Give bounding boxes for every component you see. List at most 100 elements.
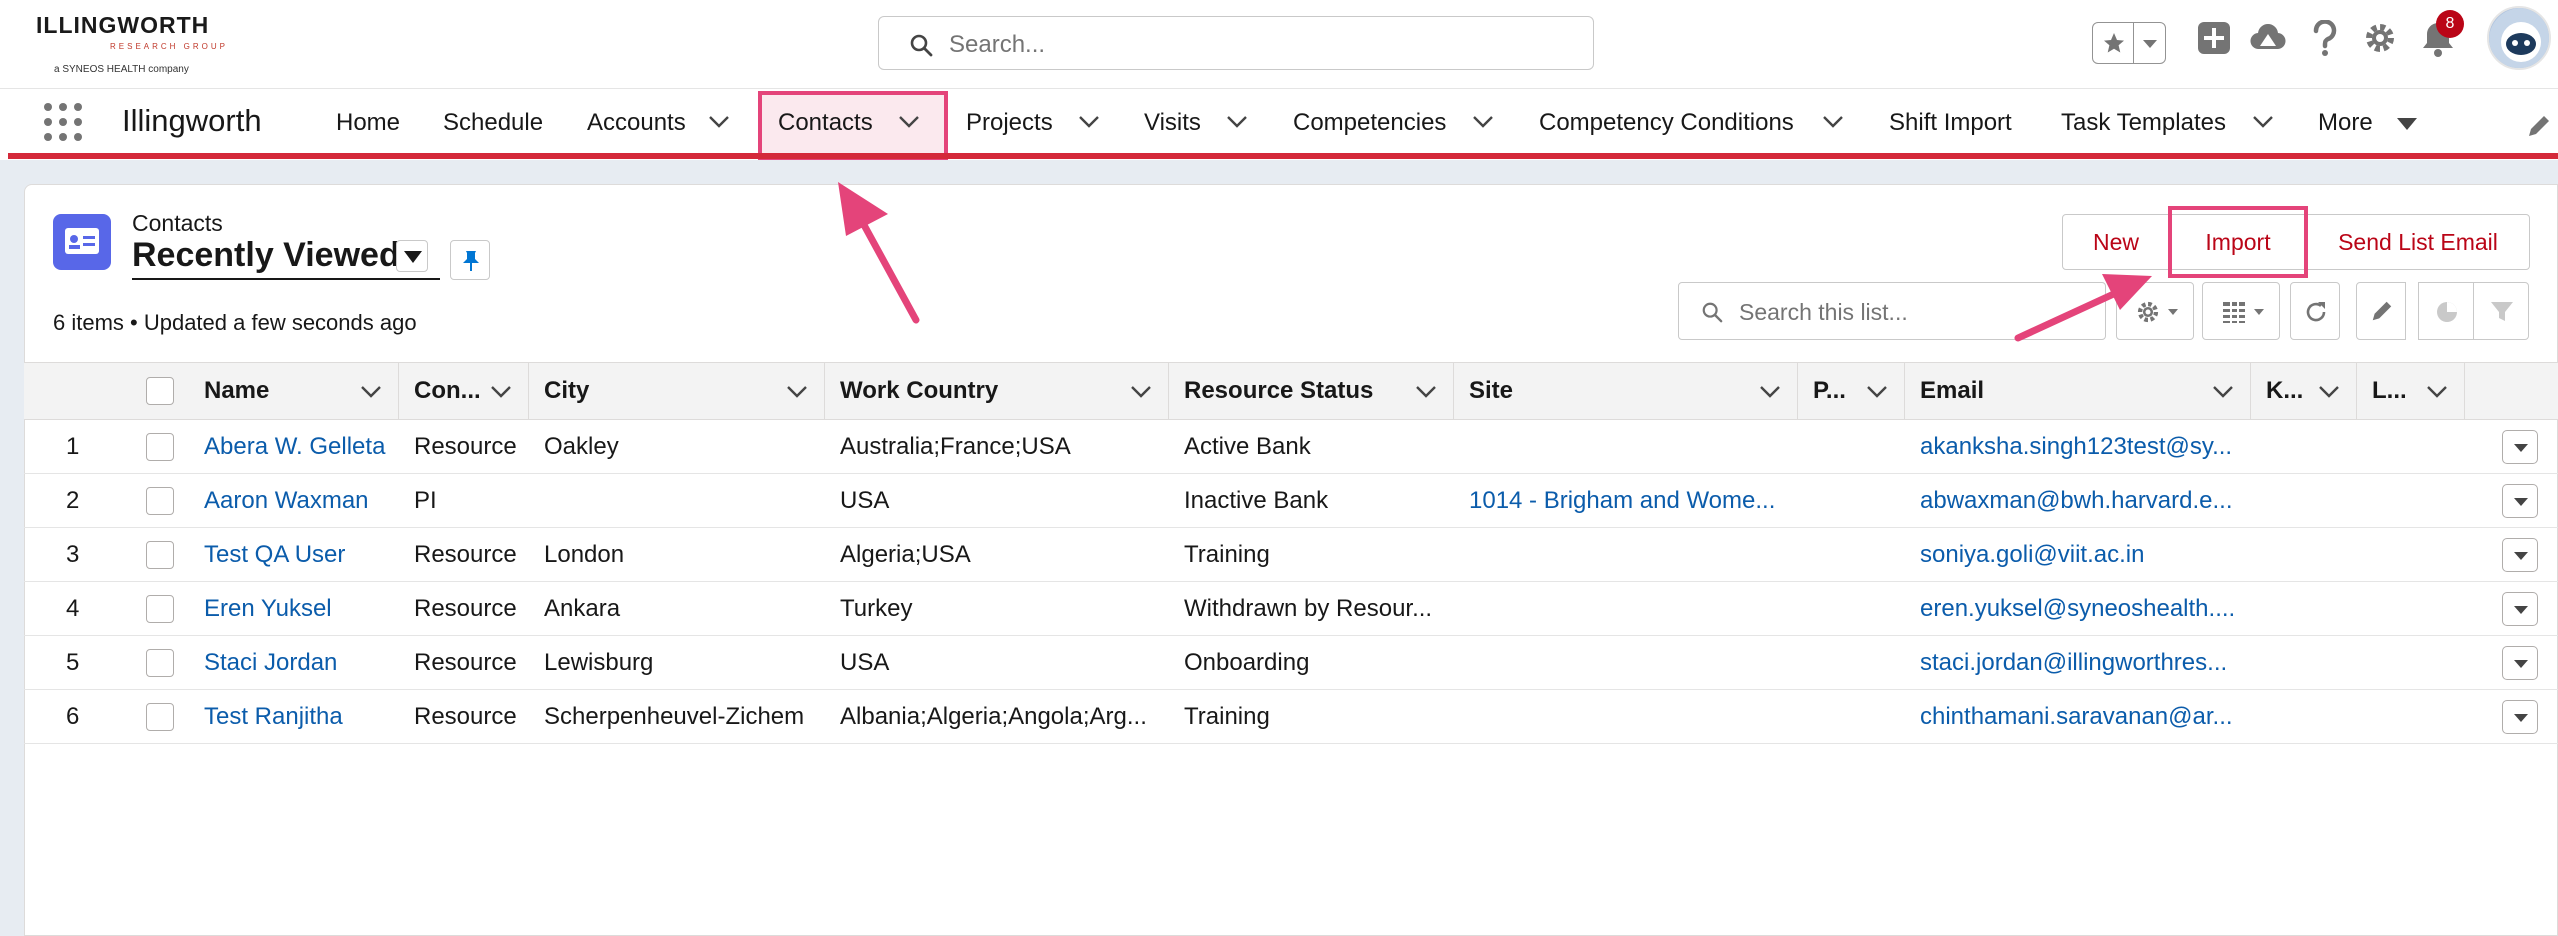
l-column-chevron-icon[interactable] <box>2426 385 2448 399</box>
nav-item-visits[interactable]: Visits <box>1144 109 1201 137</box>
row-actions-button[interactable] <box>2502 484 2538 518</box>
competency-conditions-menu-chevron-icon[interactable] <box>1822 115 1844 129</box>
row-actions-button[interactable] <box>2502 430 2538 464</box>
list-view-name[interactable]: Recently Viewed <box>132 236 400 275</box>
row-actions-button[interactable] <box>2502 538 2538 572</box>
column-header-city[interactable]: City <box>544 377 589 405</box>
nav-item-shift-import[interactable]: Shift Import <box>1889 109 2012 137</box>
row-actions-button[interactable] <box>2502 700 2538 734</box>
column-header-work-country[interactable]: Work Country <box>840 377 998 405</box>
contact-name-link[interactable]: Staci Jordan <box>204 649 337 677</box>
contact-name-link[interactable]: Eren Yuksel <box>204 595 332 623</box>
projects-menu-chevron-icon[interactable] <box>1078 115 1100 129</box>
refresh-button[interactable] <box>2290 282 2340 340</box>
nav-item-home[interactable]: Home <box>336 109 400 137</box>
display-as-table-button[interactable] <box>2202 282 2280 340</box>
row-actions-button[interactable] <box>2502 646 2538 680</box>
select-all-checkbox[interactable] <box>146 377 174 405</box>
nav-item-task-templates[interactable]: Task Templates <box>2061 109 2226 137</box>
email-link[interactable]: staci.jordan@illingworthres... <box>1920 649 2227 677</box>
column-header-contact-type[interactable]: Con... <box>414 377 481 405</box>
row-number: 4 <box>66 595 80 622</box>
row-actions-button[interactable] <box>2502 592 2538 626</box>
row-checkbox[interactable] <box>146 487 174 515</box>
contact-type: Resource <box>414 703 517 730</box>
site-column-chevron-icon[interactable] <box>1759 385 1781 399</box>
row-number: 2 <box>66 487 80 514</box>
nav-item-accounts[interactable]: Accounts <box>587 109 686 137</box>
resource-status: Withdrawn by Resour... <box>1184 595 1433 622</box>
row-checkbox[interactable] <box>146 541 174 569</box>
p-column-chevron-icon[interactable] <box>1866 385 1888 399</box>
nav-item-contacts[interactable]: Contacts <box>778 109 873 137</box>
column-header-resource-status[interactable]: Resource Status <box>1184 377 1373 405</box>
list-search-input[interactable]: Search this list... <box>1678 282 2106 340</box>
column-header-name[interactable]: Name <box>204 377 269 405</box>
new-button[interactable]: New <box>2062 214 2170 270</box>
list-settings-button[interactable] <box>2116 282 2194 340</box>
contact-name-link[interactable]: Test Ranjitha <box>204 703 343 731</box>
pin-list-button[interactable] <box>450 240 490 280</box>
send-list-email-button[interactable]: Send List Email <box>2306 214 2530 270</box>
contact-name-link[interactable]: Aaron Waxman <box>204 487 369 515</box>
column-header-site[interactable]: Site <box>1469 377 1513 405</box>
app-launcher-icon[interactable] <box>44 103 84 143</box>
company-logo[interactable]: ILLINGWORTH RESEARCH GROUP a SYNEOS HEAL… <box>36 10 225 78</box>
list-view-picker-button[interactable] <box>396 240 428 272</box>
row-checkbox[interactable] <box>146 595 174 623</box>
global-create-icon[interactable] <box>2196 20 2232 56</box>
global-search-input[interactable]: Search... <box>878 16 1594 70</box>
user-avatar[interactable] <box>2487 6 2551 70</box>
logo-sub-text: RESEARCH GROUP <box>110 42 229 51</box>
trailhead-icon[interactable] <box>2248 20 2288 58</box>
nav-item-more[interactable]: More <box>2318 109 2373 137</box>
charts-button[interactable] <box>2418 282 2474 340</box>
filter-button[interactable] <box>2473 282 2529 340</box>
pin-icon <box>463 251 479 271</box>
row-number: 1 <box>66 433 80 460</box>
resource-status-column-chevron-icon[interactable] <box>1415 385 1437 399</box>
nav-item-competency-conditions[interactable]: Competency Conditions <box>1539 109 1794 137</box>
nav-item-projects[interactable]: Projects <box>966 109 1053 137</box>
competencies-menu-chevron-icon[interactable] <box>1472 115 1494 129</box>
table-row: 4 Eren Yuksel Resource Ankara Turkey Wit… <box>24 582 2558 636</box>
email-column-chevron-icon[interactable] <box>2212 385 2234 399</box>
row-number: 6 <box>66 703 80 730</box>
nav-item-schedule[interactable]: Schedule <box>443 109 543 137</box>
edit-list-button[interactable] <box>2356 282 2406 340</box>
column-header-l[interactable]: L... <box>2372 377 2407 405</box>
email-link[interactable]: chinthamani.saravanan@ar... <box>1920 703 2233 731</box>
row-checkbox[interactable] <box>146 703 174 731</box>
k-column-chevron-icon[interactable] <box>2318 385 2340 399</box>
work-country: USA <box>840 649 890 676</box>
email-link[interactable]: akanksha.singh123test@sy... <box>1920 433 2232 461</box>
nav-item-competencies[interactable]: Competencies <box>1293 109 1446 137</box>
email-link[interactable]: soniya.goli@viit.ac.in <box>1920 541 2144 569</box>
contact-name-link[interactable]: Abera W. Gelleta <box>204 433 385 461</box>
edit-nav-pencil-icon[interactable] <box>2526 113 2552 139</box>
global-search-placeholder: Search... <box>949 31 1046 58</box>
work-country-column-chevron-icon[interactable] <box>1130 385 1152 399</box>
column-header-k[interactable]: K... <box>2266 377 2303 405</box>
row-checkbox[interactable] <box>146 649 174 677</box>
favorites-button[interactable] <box>2092 22 2166 64</box>
row-checkbox[interactable] <box>146 433 174 461</box>
visits-menu-chevron-icon[interactable] <box>1226 115 1248 129</box>
name-column-chevron-icon[interactable] <box>360 385 382 399</box>
help-icon[interactable] <box>2310 20 2340 58</box>
contacts-menu-chevron-icon[interactable] <box>898 115 920 129</box>
gear-icon[interactable] <box>2362 20 2398 56</box>
site-link[interactable]: 1014 - Brigham and Wome... <box>1469 487 1775 515</box>
accounts-menu-chevron-icon[interactable] <box>708 115 730 129</box>
email-link[interactable]: eren.yuksel@syneoshealth.... <box>1920 595 2235 623</box>
contact-type: PI <box>414 487 437 514</box>
email-link[interactable]: abwaxman@bwh.harvard.e... <box>1920 487 2233 515</box>
more-menu-caret-icon[interactable] <box>2396 117 2418 131</box>
task-templates-menu-chevron-icon[interactable] <box>2252 115 2274 129</box>
contact-name-link[interactable]: Test QA User <box>204 541 345 569</box>
column-header-p[interactable]: P... <box>1813 377 1846 405</box>
city-column-chevron-icon[interactable] <box>786 385 808 399</box>
contact-type-column-chevron-icon[interactable] <box>490 385 512 399</box>
caret-down-icon <box>2514 660 2528 668</box>
column-header-email[interactable]: Email <box>1920 377 1984 405</box>
